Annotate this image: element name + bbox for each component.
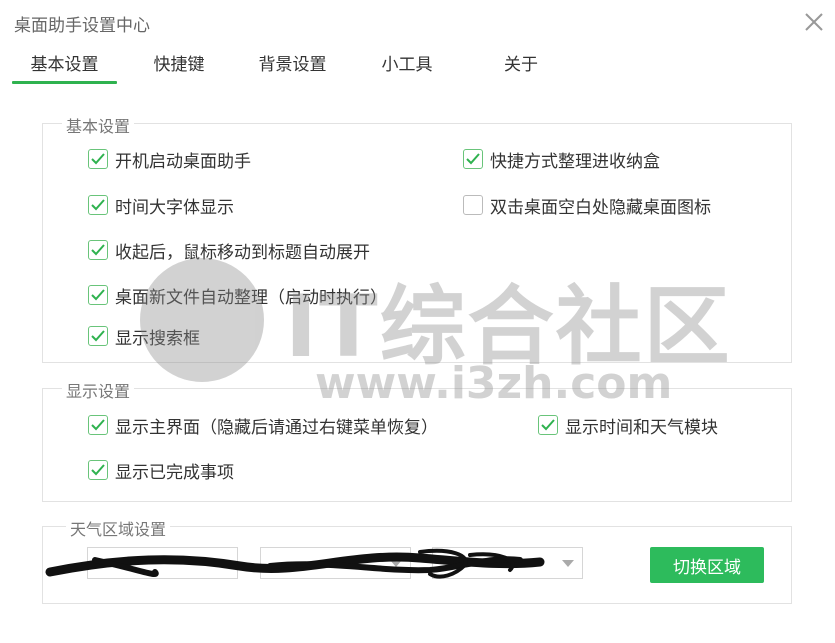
- checkbox-checked-icon: [463, 149, 483, 169]
- checkbox-checked-icon: [88, 240, 108, 260]
- checkbox-label: 时间大字体显示: [115, 197, 234, 218]
- chevron-down-icon: [217, 560, 229, 567]
- checkbox-label: 双击桌面空白处隐藏桌面图标: [490, 197, 711, 218]
- checkbox-label: 显示时间和天气模块: [565, 417, 718, 438]
- city-select[interactable]: [260, 547, 411, 579]
- chevron-down-icon: [390, 560, 402, 567]
- checkbox-auto-organize-new-files[interactable]: 桌面新文件自动整理（启动时执行）: [88, 282, 387, 308]
- checkbox-large-time-font[interactable]: 时间大字体显示: [88, 192, 234, 218]
- checkbox-label: 收起后，鼠标移动到标题自动展开: [115, 242, 370, 263]
- tab-background-settings[interactable]: 背景设置: [245, 50, 340, 84]
- checkbox-unchecked-icon: [463, 195, 483, 215]
- checkbox-checked-icon: [88, 149, 108, 169]
- display-settings-legend: 显示设置: [62, 378, 135, 402]
- checkbox-hover-expand[interactable]: 收起后，鼠标移动到标题自动展开: [88, 237, 370, 263]
- switch-region-button[interactable]: 切换区域: [650, 547, 764, 583]
- tab-tools[interactable]: 小工具: [368, 50, 446, 84]
- checkbox-label: 开机启动桌面助手: [115, 151, 251, 172]
- checkbox-label: 显示搜索框: [115, 328, 200, 349]
- checkbox-show-completed[interactable]: 显示已完成事项: [88, 457, 234, 483]
- close-icon: [805, 13, 823, 31]
- tab-shortcuts[interactable]: 快捷键: [140, 50, 218, 84]
- tab-about[interactable]: 关于: [482, 50, 560, 84]
- checkbox-shortcut-organize[interactable]: 快捷方式整理进收纳盒: [463, 146, 660, 172]
- checkbox-label: 显示主界面（隐藏后请通过右键菜单恢复）: [115, 417, 438, 438]
- checkbox-doubleclick-hide-icons[interactable]: 双击桌面空白处隐藏桌面图标: [463, 192, 711, 218]
- basic-settings-legend: 基本设置: [62, 113, 135, 137]
- checkbox-label: 桌面新文件自动整理（启动时执行）: [115, 287, 387, 308]
- tab-basic-settings[interactable]: 基本设置: [12, 50, 117, 84]
- checkbox-autostart[interactable]: 开机启动桌面助手: [88, 146, 251, 172]
- checkbox-checked-icon: [88, 195, 108, 215]
- checkbox-show-search-box[interactable]: 显示搜索框: [88, 323, 200, 349]
- checkbox-checked-icon: [88, 326, 108, 346]
- window-title: 桌面助手设置中心: [14, 16, 150, 36]
- checkbox-show-time-weather[interactable]: 显示时间和天气模块: [538, 412, 718, 438]
- checkbox-checked-icon: [88, 415, 108, 435]
- checkbox-label: 快捷方式整理进收纳盒: [490, 151, 660, 172]
- checkbox-checked-icon: [88, 285, 108, 305]
- weather-region-legend: 天气区域设置: [66, 516, 171, 540]
- display-settings-group: [42, 388, 792, 502]
- district-select[interactable]: [432, 547, 583, 579]
- checkbox-checked-icon: [88, 460, 108, 480]
- checkbox-checked-icon: [538, 415, 558, 435]
- tab-bar: 基本设置 快捷键 背景设置 小工具 关于: [0, 50, 835, 86]
- province-select[interactable]: [87, 547, 238, 579]
- chevron-down-icon: [562, 560, 574, 567]
- close-button[interactable]: [800, 8, 828, 36]
- checkbox-show-main-ui[interactable]: 显示主界面（隐藏后请通过右键菜单恢复）: [88, 412, 438, 438]
- checkbox-label: 显示已完成事项: [115, 462, 234, 483]
